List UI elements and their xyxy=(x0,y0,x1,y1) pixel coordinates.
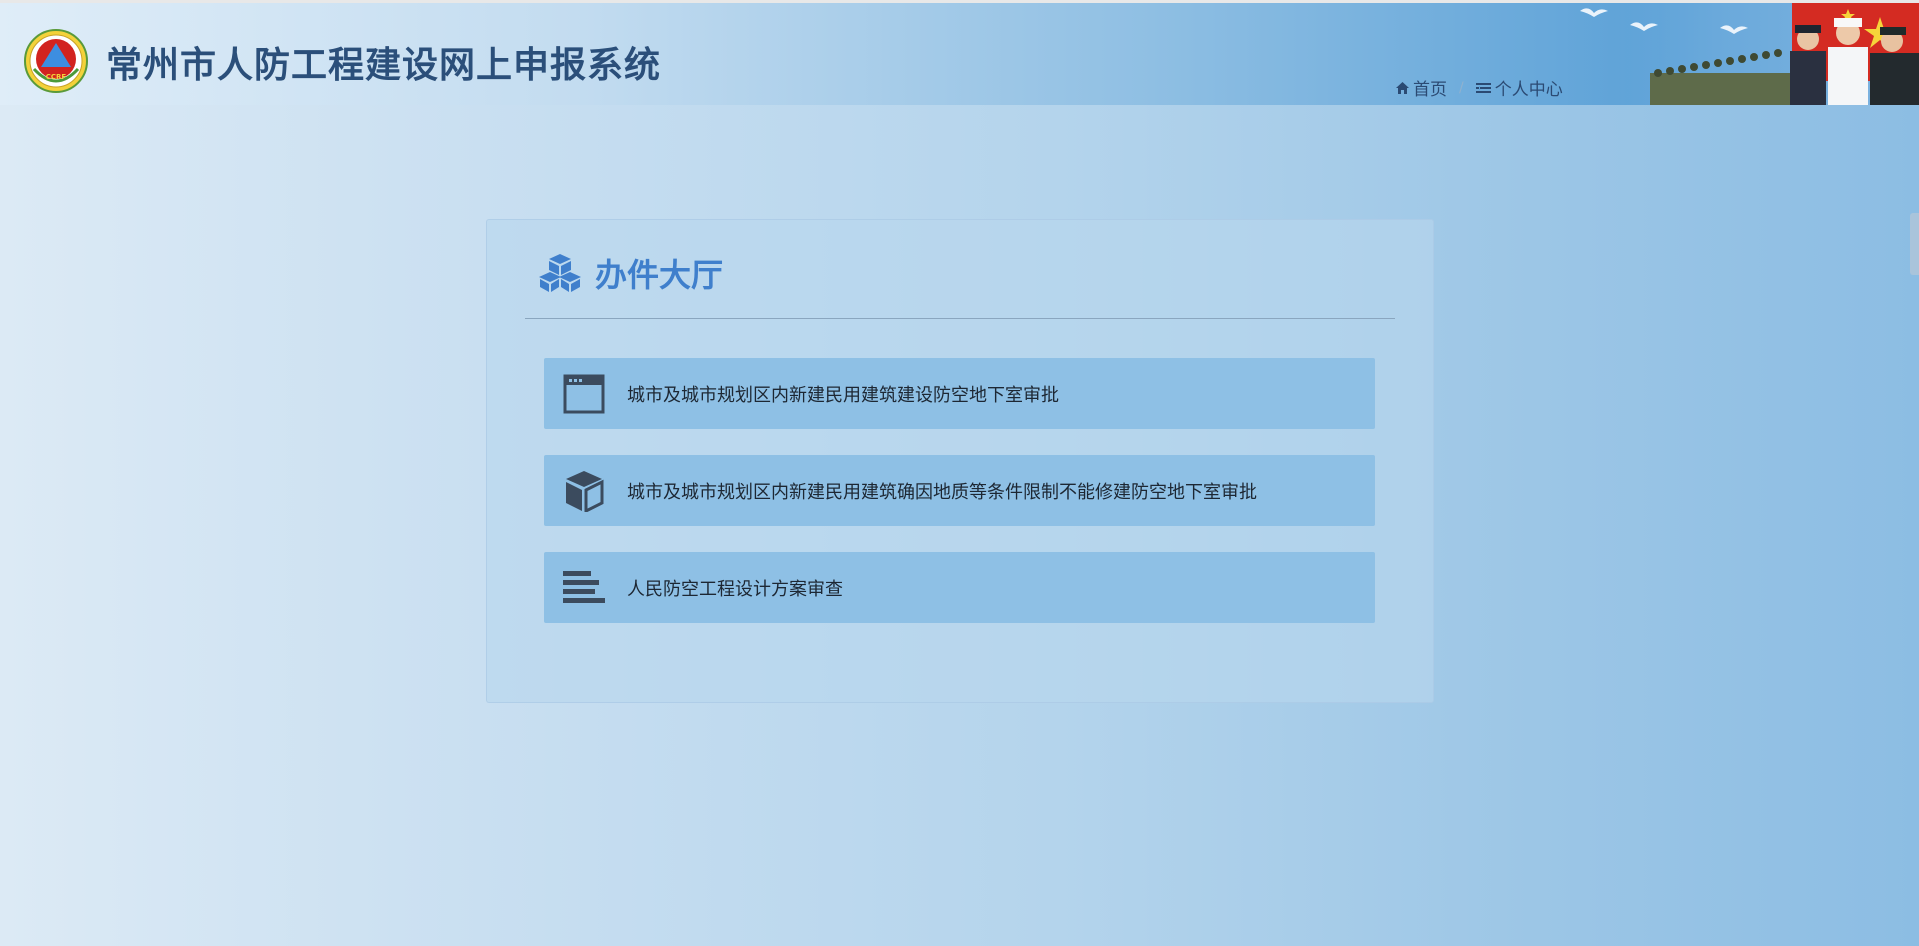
panel-divider xyxy=(525,318,1395,319)
site-header: CCRF 常州市人防工程建设网上申报系统 首页 / 个人中心 xyxy=(0,3,1919,105)
service-item-icon-wrap xyxy=(544,358,624,429)
nav-profile-label: 个人中心 xyxy=(1494,80,1563,100)
top-nav: 首页 / 个人中心 xyxy=(1396,75,1563,100)
service-item-icon-wrap xyxy=(544,552,624,623)
logo-text: CCRF xyxy=(46,73,67,81)
scrollbar-thumb[interactable] xyxy=(1910,213,1919,275)
service-item-label: 城市及城市规划区内新建民用建筑确因地质等条件限制不能修建防空地下室审批 xyxy=(627,481,1257,503)
browser-window-icon xyxy=(563,374,605,413)
list-icon xyxy=(1475,82,1491,93)
service-item-icon-wrap xyxy=(544,455,624,526)
service-item[interactable]: 城市及城市规划区内新建民用建筑确因地质等条件限制不能修建防空地下室审批 xyxy=(544,455,1375,526)
banner-soldiers-image xyxy=(1580,3,1919,105)
service-item[interactable]: 人民防空工程设计方案审查 xyxy=(544,552,1375,623)
nav-separator: / xyxy=(1459,79,1464,96)
cube-icon xyxy=(566,470,604,512)
nav-home-link[interactable]: 首页 xyxy=(1396,75,1447,100)
nav-profile-link[interactable]: 个人中心 xyxy=(1475,75,1563,100)
cubes-icon xyxy=(539,254,581,292)
panel-title: 办件大厅 xyxy=(595,256,724,294)
bar-list-icon xyxy=(563,570,605,603)
home-icon xyxy=(1396,81,1409,94)
service-hall-panel: 办件大厅 城市及城市规划区内新建民用建筑建设防空地下室审批 城市及城市规划区内新… xyxy=(486,219,1434,703)
service-item-label: 人民防空工程设计方案审查 xyxy=(627,578,843,600)
logo: CCRF xyxy=(24,29,88,93)
system-title: 常州市人防工程建设网上申报系统 xyxy=(106,45,662,86)
service-item-label: 城市及城市规划区内新建民用建筑建设防空地下室审批 xyxy=(627,384,1059,406)
service-item[interactable]: 城市及城市规划区内新建民用建筑建设防空地下室审批 xyxy=(544,358,1375,429)
panel-header: 办件大厅 xyxy=(539,250,723,296)
nav-home-label: 首页 xyxy=(1413,80,1447,100)
